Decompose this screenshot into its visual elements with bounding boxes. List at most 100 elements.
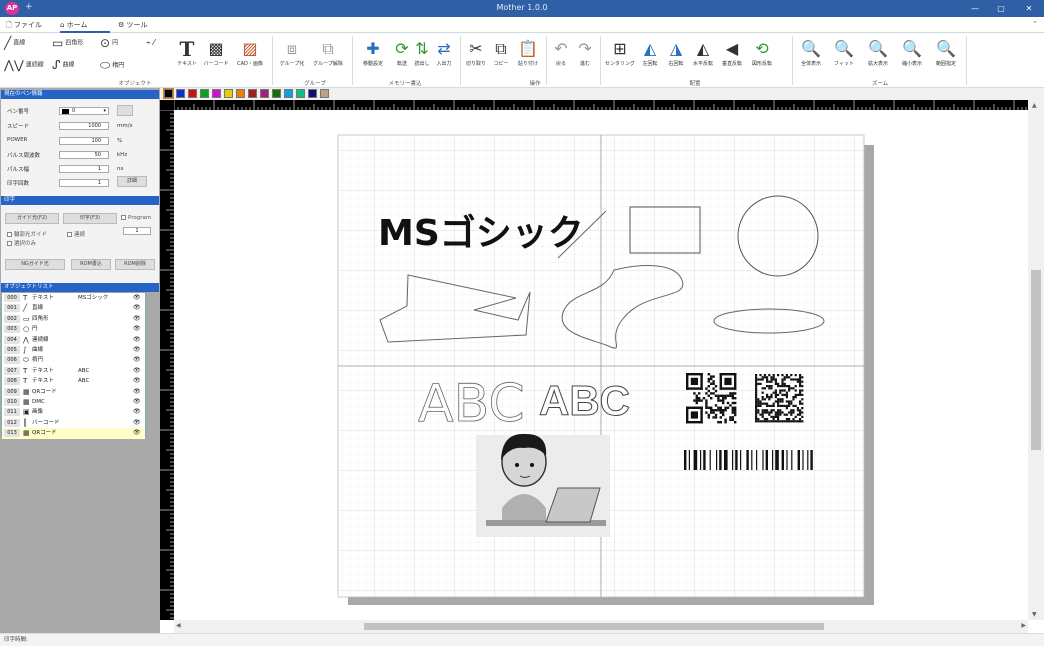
text-button[interactable]: T テキスト — [174, 39, 200, 67]
object-list-item[interactable]: 005 ∫ 曲線 👁 — [2, 345, 145, 355]
guide-light-button[interactable]: ガイド光(F2) — [5, 213, 59, 224]
object-list-item[interactable]: 004 ⋀ 連続線 👁 — [2, 335, 145, 345]
eye-icon[interactable]: 👁 — [133, 324, 141, 334]
zoom-fit-button[interactable]: 🔍 フィット — [828, 39, 860, 67]
eye-icon[interactable]: 👁 — [133, 418, 141, 428]
flip-vertical-button[interactable]: ◀ 垂直反転 — [718, 39, 746, 67]
palette-color-7[interactable] — [248, 89, 257, 98]
object-list-item[interactable]: 006 ⬭ 楕円 👁 — [2, 355, 145, 365]
vertical-scrollbar[interactable]: ▲ ▼ — [1028, 100, 1044, 620]
palette-color-3[interactable] — [200, 89, 209, 98]
program-checkbox[interactable]: Program — [121, 215, 151, 221]
palette-color-6[interactable] — [236, 89, 245, 98]
io-button[interactable]: ⇄ 入出力 — [432, 39, 456, 67]
pen-number-select[interactable]: 0 ▾ — [59, 107, 109, 115]
print-button[interactable]: 印字(F3) — [63, 213, 117, 224]
object-list-item[interactable]: 002 ▭ 四角形 👁 — [2, 314, 145, 324]
print-count-input[interactable]: 1 — [59, 179, 109, 187]
object-list-item[interactable]: 008 T テキスト ABC 👁 — [2, 376, 145, 386]
program-number-input[interactable]: 1 — [123, 227, 151, 235]
tab-tools[interactable]: ⚙ ツール — [118, 20, 148, 30]
eye-icon[interactable]: 👁 — [133, 335, 141, 345]
eye-icon[interactable]: 👁 — [133, 355, 141, 365]
pen-detail-button[interactable]: 詳細 — [117, 176, 147, 187]
rotate-right-button[interactable]: ◮ 右回転 — [664, 39, 688, 67]
redo-button[interactable]: ↷ 進む — [574, 39, 596, 67]
undo-button[interactable]: ↶ 戻る — [550, 39, 572, 67]
object-list-item[interactable]: 011 ▣ 画像 👁 — [2, 407, 145, 417]
eye-icon[interactable]: 👁 — [133, 303, 141, 313]
eye-icon[interactable]: 👁 — [133, 428, 141, 438]
group-button[interactable]: ⧈ グループ化 — [276, 39, 308, 67]
draw-curve-button[interactable]: ᔑ 曲線 — [52, 58, 75, 72]
palette-color-4[interactable] — [212, 89, 221, 98]
zoom-all-button[interactable]: 🔍 全体表示 — [796, 39, 826, 67]
move-settings-button[interactable]: ✚ 移動設定 — [356, 39, 390, 67]
rom-write-button[interactable]: ROM書込 — [71, 259, 111, 270]
palette-color-13[interactable] — [320, 89, 329, 98]
canvas-text-abc-outline[interactable]: ABC — [539, 377, 631, 425]
zoom-range-button[interactable]: 🔍 範囲指定 — [930, 39, 962, 67]
rotate-left-button[interactable]: ◭ 左回転 — [638, 39, 662, 67]
eye-icon[interactable]: 👁 — [133, 397, 141, 407]
drawing-canvas[interactable]: MSゴシック ABC ABC — [174, 110, 1028, 620]
scroll-left-icon[interactable]: ◀ — [176, 622, 181, 629]
palette-color-9[interactable] — [272, 89, 281, 98]
draw-ellipse-button[interactable]: ⬭ 楕円 — [100, 58, 124, 73]
paste-button[interactable]: 📋 貼り付け — [513, 39, 543, 67]
figure-flip-button[interactable]: ⟲ 図形反転 — [748, 39, 776, 67]
draw-line-button[interactable]: ╱ 直線 — [4, 36, 25, 50]
read-button[interactable]: ⇅ 読出し — [412, 39, 432, 67]
draw-polyline-button[interactable]: ⋀⋁ 連続線 — [4, 58, 44, 72]
eye-icon[interactable]: 👁 — [133, 314, 141, 324]
palette-color-0[interactable] — [163, 88, 174, 99]
copy-button[interactable]: ⧉ コピー — [490, 39, 512, 67]
object-list-item[interactable]: 003 ○ 円 👁 — [2, 324, 145, 334]
tab-home[interactable]: ⌂ ホーム — [60, 20, 110, 33]
maximize-button[interactable]: ▢ — [988, 0, 1014, 17]
palette-color-11[interactable] — [296, 89, 305, 98]
minimize-button[interactable]: — — [962, 0, 988, 17]
palette-color-12[interactable] — [308, 89, 317, 98]
tab-file[interactable]: 🗋 ファイル — [6, 20, 42, 32]
horizontal-scrollbar[interactable]: ◀ ▶ — [174, 620, 1028, 633]
horizontal-scroll-thumb[interactable] — [364, 623, 824, 630]
ungroup-button[interactable]: ⧉ グループ解除 — [310, 39, 346, 67]
draw-extra-icon[interactable]: ⌁ ⁄ — [146, 38, 155, 47]
palette-color-8[interactable] — [260, 89, 269, 98]
selected-only-checkbox[interactable]: 選択のみ — [7, 239, 36, 247]
scroll-down-icon[interactable]: ▼ — [1032, 611, 1037, 618]
eye-icon[interactable]: 👁 — [133, 345, 141, 355]
canvas-image-person[interactable] — [476, 433, 610, 537]
cut-button[interactable]: ✂ 切り取り — [463, 39, 489, 67]
outline-guide-checkbox[interactable]: 輪郭光ガイド — [7, 230, 47, 238]
speed-input[interactable]: 1000 — [59, 122, 109, 130]
object-list-item[interactable]: 001 ╱ 直線 👁 — [2, 303, 145, 313]
rom-delete-button[interactable]: ROM削除 — [115, 259, 155, 270]
draw-rect-button[interactable]: ▭ 四角形 — [52, 36, 83, 50]
canvas-text-abc-thin[interactable]: ABC — [418, 374, 525, 435]
cad-image-button[interactable]: ▨ CAD・画像 — [232, 39, 268, 67]
palette-color-2[interactable] — [188, 89, 197, 98]
vertical-scroll-thumb[interactable] — [1031, 270, 1041, 450]
transfer-button[interactable]: ⟳ 転送 — [392, 39, 412, 67]
object-list-item[interactable]: 000 T テキスト MSゴシック 👁 — [2, 293, 145, 303]
close-button[interactable]: ✕ — [1016, 0, 1042, 17]
flip-horizontal-button[interactable]: ◭ 水平反転 — [690, 39, 716, 67]
object-list-item[interactable]: 007 T テキスト ABC 👁 — [2, 366, 145, 376]
palette-color-1[interactable] — [176, 89, 185, 98]
pulse-freq-input[interactable]: 50 — [59, 151, 109, 159]
palette-color-10[interactable] — [284, 89, 293, 98]
scroll-up-icon[interactable]: ▲ — [1032, 102, 1037, 109]
eye-icon[interactable]: 👁 — [133, 376, 141, 386]
power-input[interactable]: 100 — [59, 137, 109, 145]
zoom-in-button[interactable]: 🔍 拡大表示 — [862, 39, 894, 67]
continuous-checkbox[interactable]: 連続 — [67, 230, 85, 238]
palette-color-5[interactable] — [224, 89, 233, 98]
zoom-out-button[interactable]: 🔍 縮小表示 — [896, 39, 928, 67]
centering-button[interactable]: ⊞ センタリング — [602, 39, 638, 67]
ng-guide-button[interactable]: NGガイド光 — [5, 259, 65, 270]
eye-icon[interactable]: 👁 — [133, 387, 141, 397]
scroll-right-icon[interactable]: ▶ — [1021, 622, 1026, 629]
eye-icon[interactable]: 👁 — [133, 407, 141, 417]
